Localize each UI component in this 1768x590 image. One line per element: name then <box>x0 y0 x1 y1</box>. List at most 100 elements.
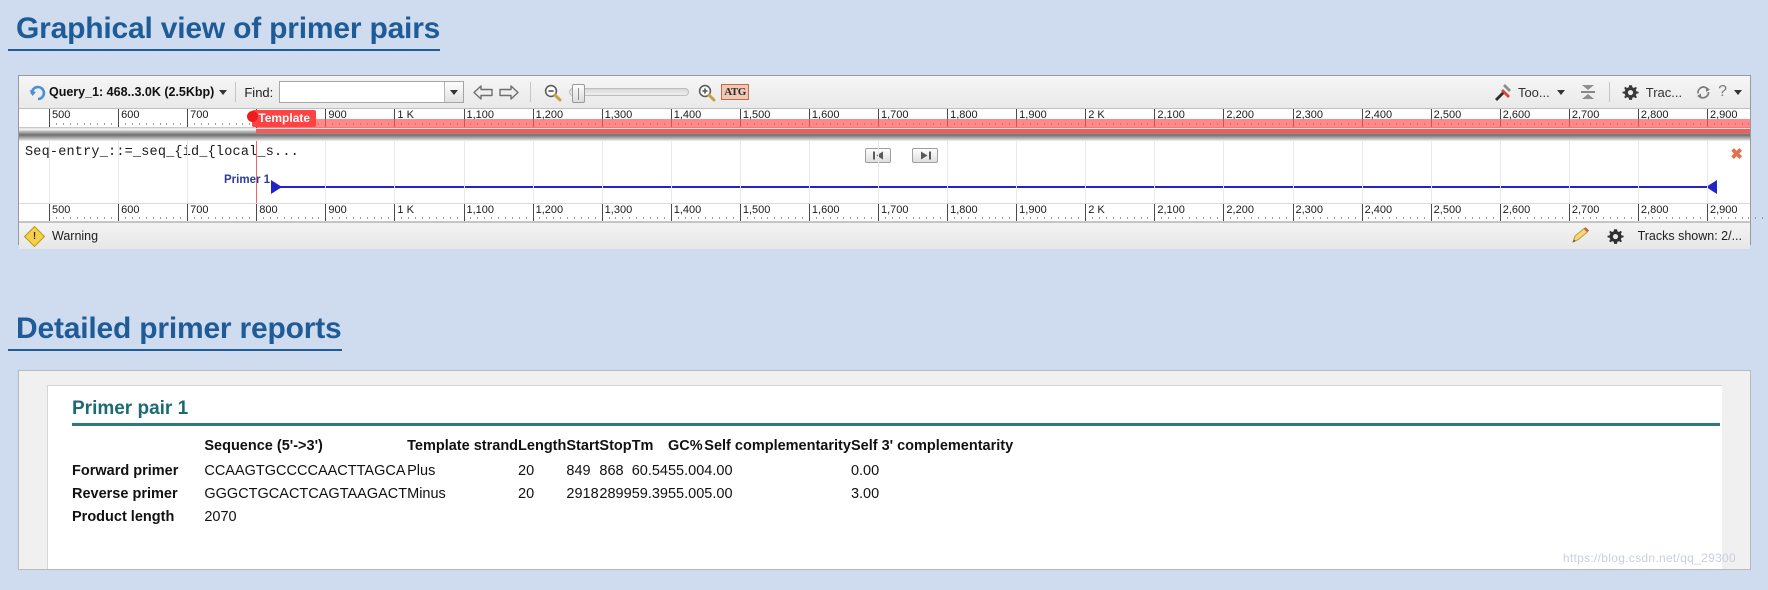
track-gridline <box>670 141 672 203</box>
help-icon[interactable]: ? <box>1718 83 1727 101</box>
cell-self-comp: 4.00 <box>704 463 733 479</box>
zoom-slider[interactable] <box>569 84 690 103</box>
query-selector-label[interactable]: Query_1: 468..3.0K (2.5Kbp) <box>49 85 214 99</box>
zoom-slider-track[interactable] <box>569 84 690 103</box>
ruler-minor-tick <box>1603 217 1605 219</box>
viewer-toolbar: Query_1: 468..3.0K (2.5Kbp) Find: ATG To… <box>19 76 1750 109</box>
ruler-minor-tick <box>1741 217 1743 219</box>
ruler-minor-tick <box>1561 217 1563 219</box>
primer-report-panel: Primer pair 1 Sequence (5'->3') Template… <box>18 370 1751 570</box>
template-badge[interactable]: Template <box>252 110 317 127</box>
warning-text[interactable]: Warning <box>52 229 98 243</box>
selection-red-band <box>256 119 1750 128</box>
ruler-minor-tick <box>304 217 306 219</box>
ruler-minor-tick <box>422 217 424 219</box>
ruler-minor-tick <box>684 217 686 219</box>
track-gridline <box>878 141 879 203</box>
ruler-minor-tick <box>1340 217 1342 219</box>
track-gridline <box>532 141 534 203</box>
ruler-minor-tick <box>1727 217 1729 219</box>
ruler-minor-tick <box>836 217 838 219</box>
chevron-down-icon[interactable] <box>1556 89 1565 95</box>
ruler-minor-tick <box>207 217 209 219</box>
ruler-minor-tick <box>1548 217 1550 219</box>
ruler-minor-tick <box>1700 217 1702 219</box>
chevron-down-icon[interactable] <box>1734 89 1742 95</box>
track-gridline <box>1292 141 1294 203</box>
ruler-minor-tick <box>1257 217 1259 219</box>
ruler-minor-tick <box>1313 217 1315 219</box>
ruler-minor-tick <box>843 217 845 219</box>
ruler-minor-tick <box>332 217 334 219</box>
ruler-minor-tick <box>1534 217 1536 219</box>
tracks-shown-label[interactable]: Tracks shown: 2/... <box>1638 229 1742 243</box>
pencil-icon[interactable] <box>1568 224 1594 248</box>
tools-icon[interactable] <box>1490 80 1516 104</box>
ruler-minor-tick <box>276 217 278 219</box>
track-gridline <box>325 141 327 203</box>
tools-menu-label[interactable]: Too... <box>1518 85 1550 100</box>
track-gridline <box>1707 141 1708 203</box>
skip-next-icon[interactable] <box>912 148 938 163</box>
ruler-minor-tick <box>905 217 907 219</box>
find-combobox[interactable] <box>279 81 465 103</box>
cell-tm: 59.39 <box>631 486 668 502</box>
product-length-value: 2070 <box>204 509 237 525</box>
ruler-top[interactable]: 5006007008009001 K1,1001,2001,3001,4001,… <box>19 109 1750 128</box>
ruler-minor-tick <box>1748 217 1750 219</box>
ruler-minor-tick <box>1099 217 1101 219</box>
ruler-minor-tick <box>1375 217 1377 219</box>
ruler-minor-tick <box>207 123 209 125</box>
ruler-minor-tick <box>1347 217 1349 219</box>
search-input[interactable] <box>280 82 445 102</box>
ruler-tick: 600 <box>118 109 139 128</box>
ruler-minor-tick <box>346 217 348 219</box>
align-icon[interactable] <box>1575 80 1601 104</box>
ruler-minor-tick <box>1209 217 1211 219</box>
cell-length: 20 <box>518 486 535 502</box>
zoom-slider-thumb[interactable] <box>572 84 586 103</box>
ruler-bottom[interactable]: 500 600 700 800 900 1 K 1,100 1,200 1,300 1,400 1,… <box>19 203 1764 223</box>
gear-icon[interactable] <box>1618 80 1644 104</box>
viewer-status-bar: Warning Tracks shown: 2/... <box>19 222 1750 249</box>
table-header-row: Sequence (5'->3') Template strand Length… <box>72 436 1013 461</box>
ruler-minor-tick <box>829 217 831 219</box>
ruler-minor-tick <box>249 123 251 125</box>
atg-sequence-icon[interactable]: ATG <box>719 80 751 104</box>
track-gridline <box>1016 141 1018 203</box>
track-gridline <box>49 141 50 203</box>
ruler-minor-tick <box>857 217 859 219</box>
col-start: Start <box>566 438 600 454</box>
zoom-in-icon[interactable] <box>693 80 719 104</box>
ruler-minor-tick <box>1444 217 1446 219</box>
tracks-menu-label[interactable]: Trac... <box>1646 85 1682 100</box>
arrow-left-icon[interactable] <box>470 80 496 104</box>
ruler-minor-tick <box>1264 217 1266 219</box>
close-icon[interactable]: ✖ <box>1730 147 1743 162</box>
ruler-minor-tick <box>1202 217 1204 219</box>
zoom-out-icon[interactable] <box>539 80 565 104</box>
ruler-minor-tick <box>1720 217 1722 219</box>
ruler-minor-tick <box>166 217 168 219</box>
cell-sequence: CCAAGTGCCCCAACTTAGCA <box>204 463 406 479</box>
ruler-minor-tick <box>898 217 900 219</box>
ruler-minor-tick <box>173 217 175 219</box>
chevron-down-icon[interactable] <box>219 89 228 95</box>
ruler-minor-tick <box>1043 217 1045 219</box>
gear-icon[interactable] <box>1603 224 1629 248</box>
reload-icon[interactable] <box>1690 80 1716 104</box>
undo-icon[interactable] <box>23 80 49 104</box>
cell-length: 20 <box>518 463 535 479</box>
ruler-minor-tick <box>1631 217 1632 219</box>
sequence-track-label[interactable]: Seq-entry_::=_seq_{id_{local_s... <box>25 145 299 160</box>
ruler-minor-tick <box>1555 217 1557 219</box>
ruler-minor-tick <box>1002 217 1004 219</box>
ruler-minor-tick <box>753 217 755 219</box>
arrow-right-icon[interactable] <box>496 80 522 104</box>
ruler-minor-tick <box>1230 217 1232 219</box>
ruler-minor-tick <box>111 217 113 219</box>
track-gridline <box>601 141 603 203</box>
ruler-minor-tick <box>788 217 790 219</box>
chevron-down-icon[interactable] <box>444 82 464 102</box>
ruler-minor-tick <box>1181 217 1183 219</box>
